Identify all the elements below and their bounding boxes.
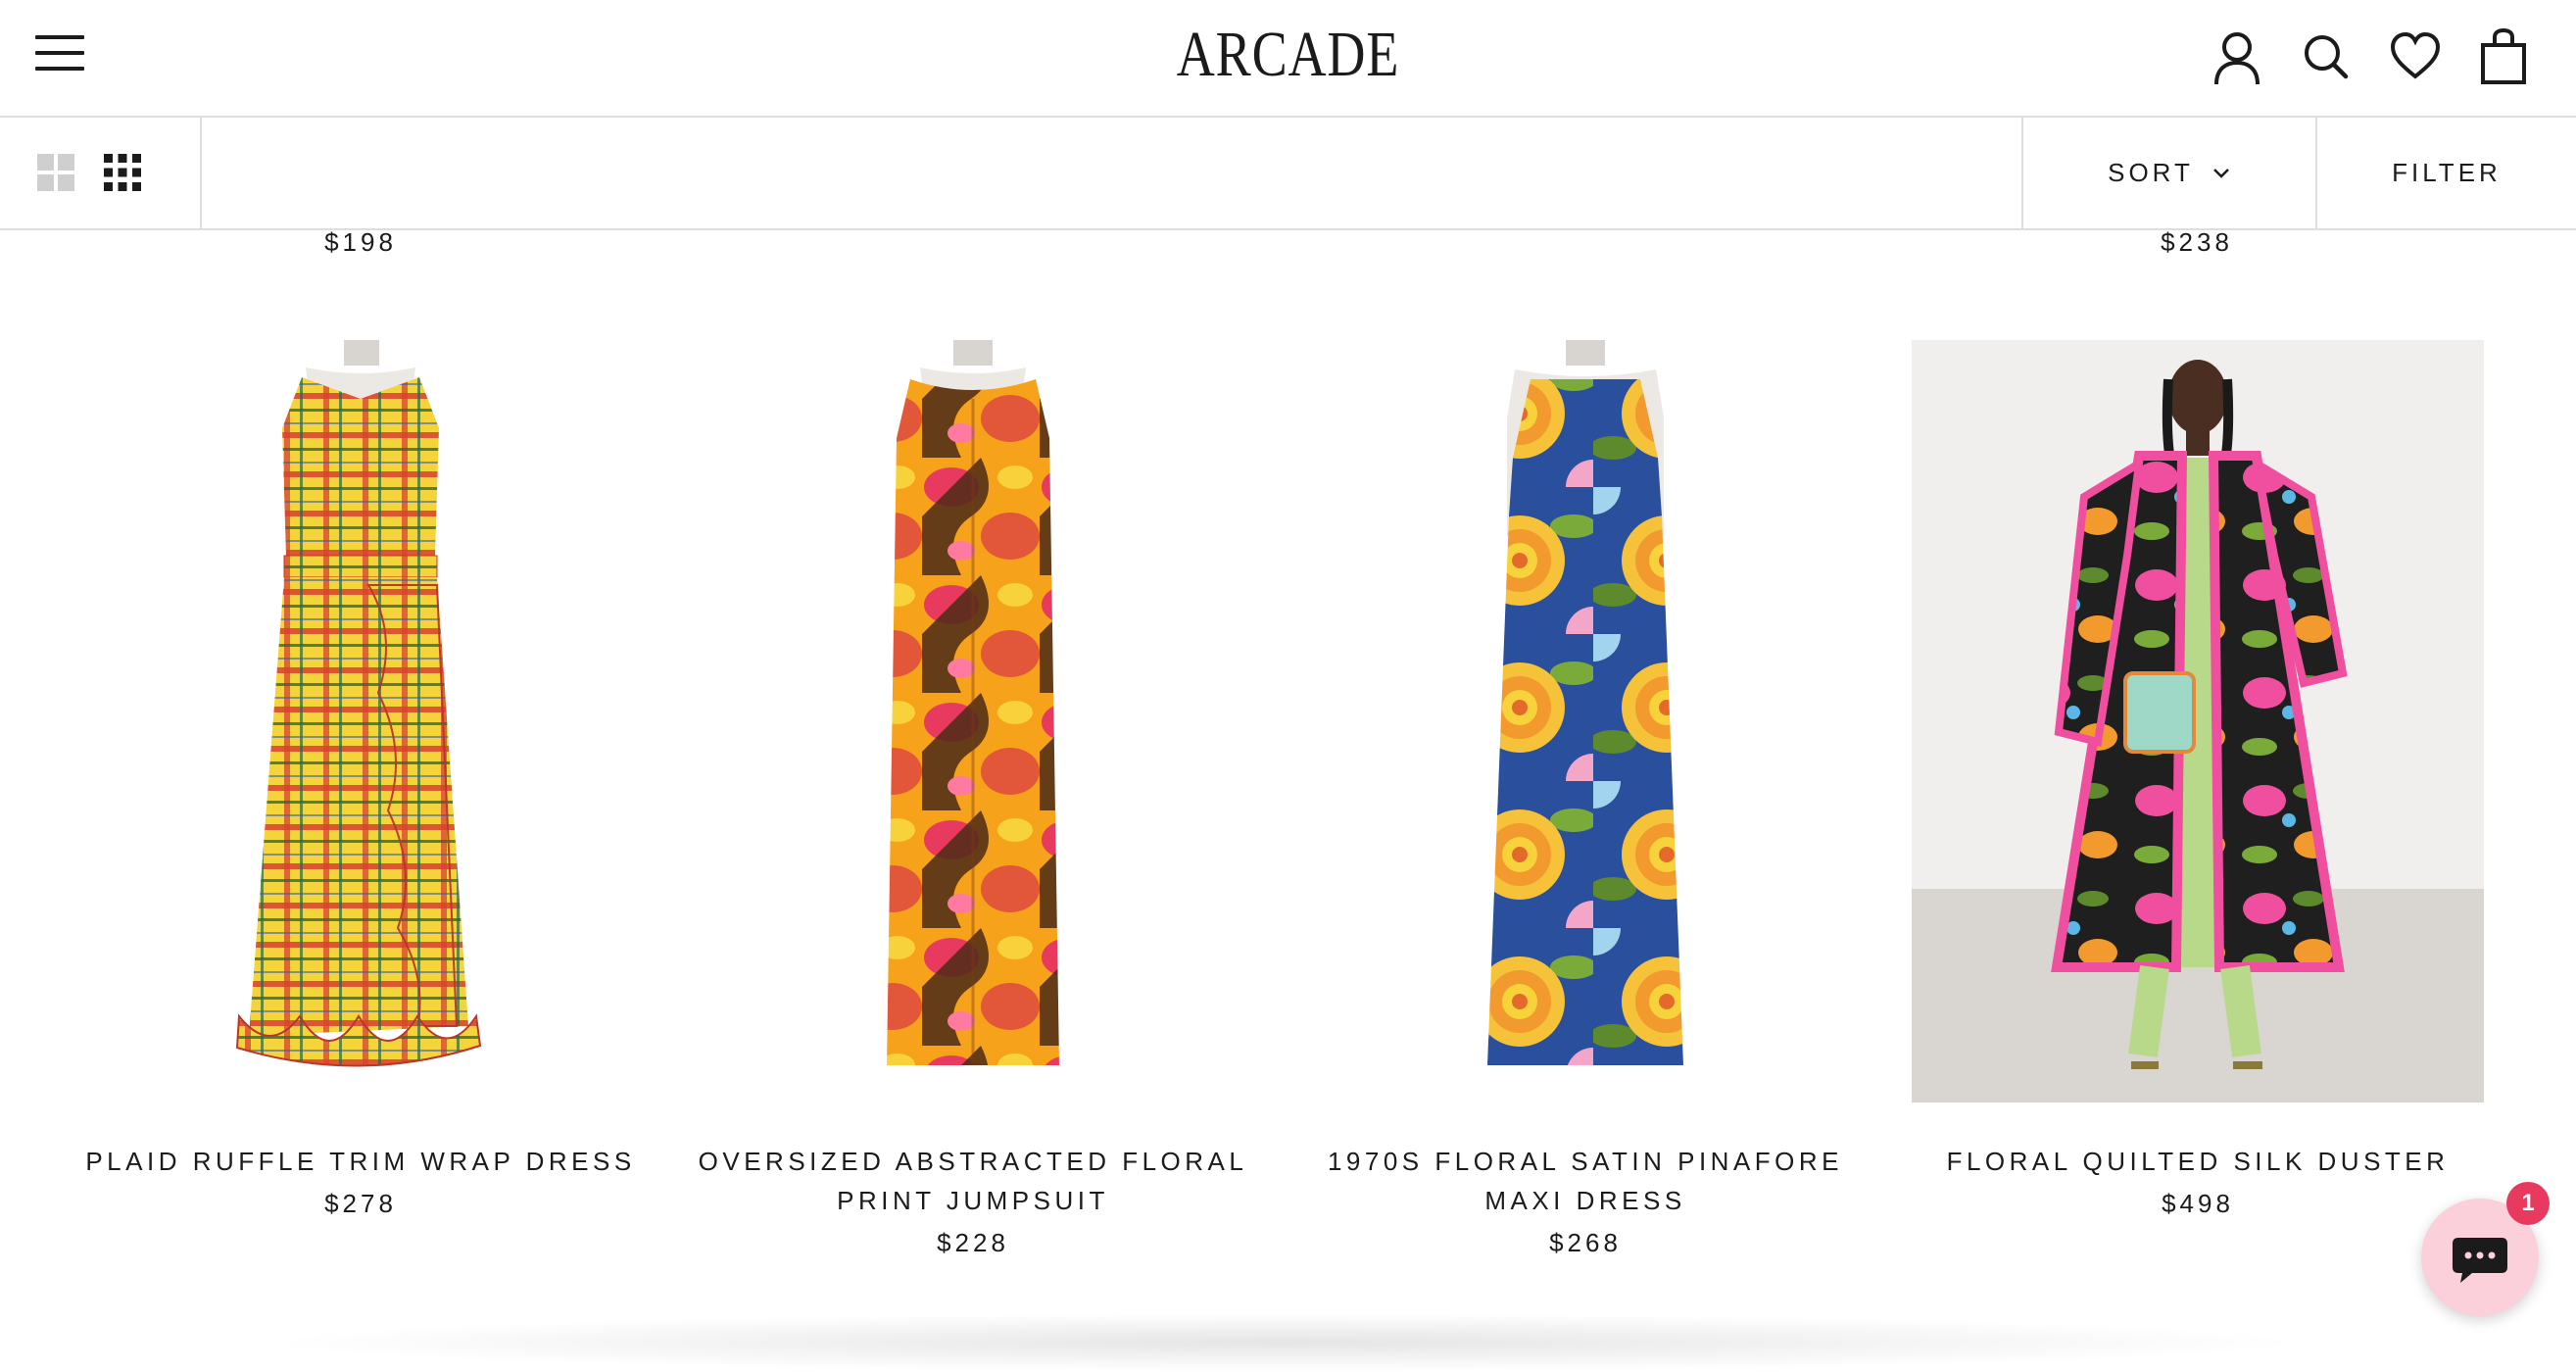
- product-title[interactable]: OVERSIZED ABSTRACTED FLORAL PRINT JUMPSU…: [669, 1142, 1277, 1220]
- filter-button[interactable]: FILTER: [2315, 118, 2576, 228]
- shopping-bag-icon[interactable]: [2477, 27, 2530, 86]
- search-icon[interactable]: [2299, 27, 2352, 86]
- grid-2-icon[interactable]: [37, 154, 74, 191]
- product-image[interactable]: [1299, 340, 1871, 1102]
- bottom-fade: [255, 1313, 2312, 1372]
- menu-icon[interactable]: [35, 35, 84, 71]
- chat-notification-badge: 1: [2506, 1182, 2550, 1225]
- product-image[interactable]: [74, 340, 647, 1102]
- product-card: OVERSIZED ABSTRACTED FLORAL PRINT JUMPSU…: [669, 340, 1277, 1258]
- product-price: $278: [324, 1189, 397, 1218]
- chevron-down-icon: [2211, 167, 2231, 180]
- chat-bubble-icon: [2453, 1238, 2507, 1283]
- product-title[interactable]: FLORAL QUILTED SILK DUSTER: [1894, 1142, 2502, 1181]
- product-card: FLORAL QUILTED SILK DUSTER $498: [1894, 340, 2502, 1219]
- site-logo[interactable]: ARCADE: [232, 18, 2345, 92]
- sort-label: SORT: [2108, 158, 2194, 187]
- product-title[interactable]: PLAID RUFFLE TRIM WRAP DRESS: [57, 1142, 664, 1181]
- product-price: $238: [2161, 227, 2233, 257]
- product-price: $198: [324, 227, 397, 257]
- sort-dropdown[interactable]: SORT: [2021, 118, 2315, 228]
- site-header: ARCADE: [0, 0, 2576, 118]
- product-card: PLAID RUFFLE TRIM WRAP DRESS $278: [57, 340, 664, 1219]
- layout-toggles: [0, 118, 202, 228]
- grid-4-icon[interactable]: [104, 154, 141, 191]
- collection-toolbar: SORT FILTER: [0, 118, 2576, 230]
- product-price: $498: [2162, 1189, 2234, 1218]
- product-image[interactable]: [687, 340, 1259, 1102]
- product-price: $228: [937, 1228, 1009, 1257]
- product-title[interactable]: 1970S FLORAL SATIN PINAFORE MAXI DRESS: [1282, 1142, 1889, 1220]
- product-image[interactable]: [1912, 340, 2484, 1102]
- account-icon[interactable]: [2211, 27, 2263, 86]
- product-price: $268: [1549, 1228, 1622, 1257]
- wishlist-heart-icon[interactable]: [2389, 27, 2442, 86]
- product-card: 1970S FLORAL SATIN PINAFORE MAXI DRESS $…: [1282, 340, 1889, 1258]
- filter-label: FILTER: [2392, 158, 2502, 187]
